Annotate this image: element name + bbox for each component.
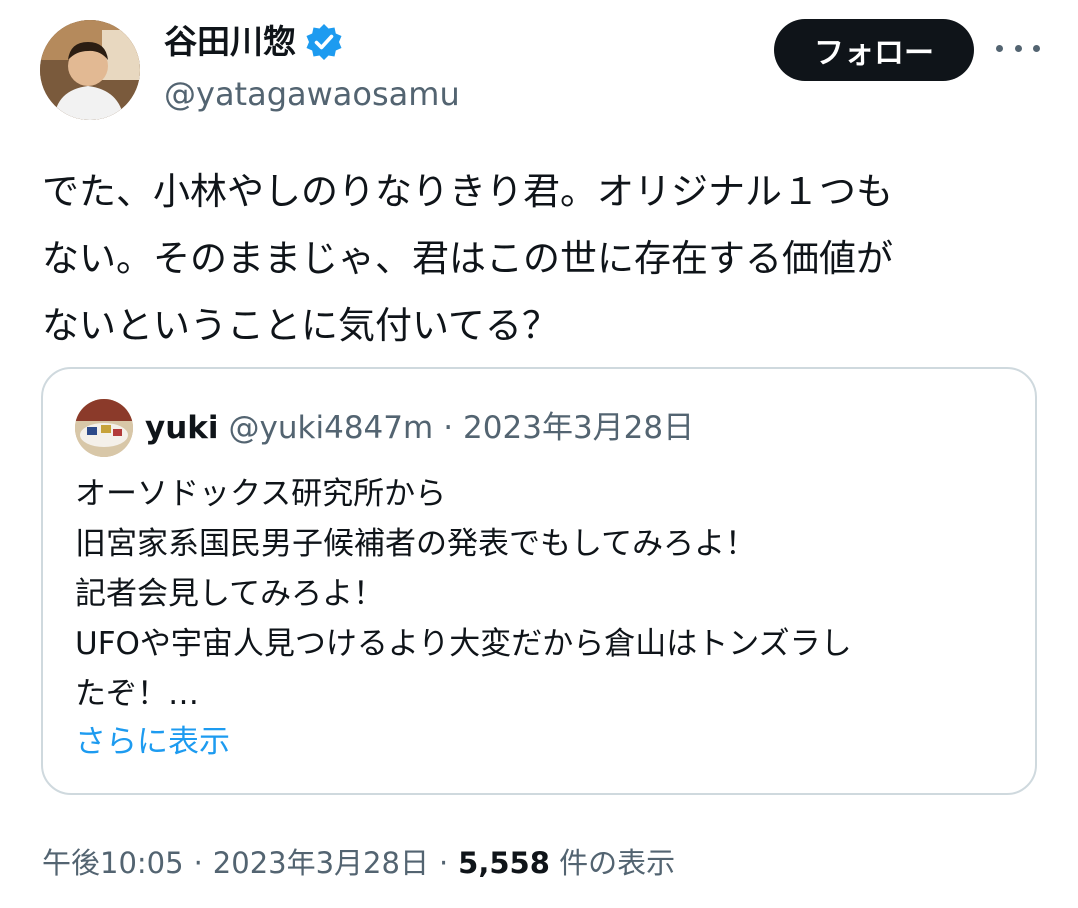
tweet-text: でた、小林やしのりなりきり君。オリジナル１つも ない。そのままじゃ、君はこの世に… (42, 170, 893, 347)
tweet-meta-row: 午後10:05 · 2023年3月28日 · 5,558 件の表示 (42, 838, 675, 888)
tweet-time[interactable]: 午後10:05 (42, 838, 184, 888)
meta-separator: · (438, 846, 449, 880)
author-avatar[interactable] (40, 20, 140, 120)
verified-badge-icon (304, 22, 344, 62)
quoted-separator: · (443, 410, 454, 446)
quoted-tweet-text: オーソドックス研究所から 旧宮家系国民男子候補者の発表でもしてみろよ！ 記者会見… (75, 476, 852, 712)
show-more-link[interactable]: さらに表示 (75, 717, 230, 767)
author-name-row: 谷田川惣 (164, 20, 344, 64)
quoted-author-avatar (75, 399, 133, 457)
follow-button[interactable]: フォロー (774, 19, 974, 81)
quoted-tweet-date[interactable]: 2023年3月28日 (463, 405, 694, 451)
more-dot-icon (996, 44, 1003, 52)
tweet-date[interactable]: 2023年3月28日 (213, 838, 429, 888)
more-dot-icon (1014, 44, 1022, 52)
views-count: 5,558 (458, 846, 550, 880)
quoted-author-handle[interactable]: @yuki4847m (229, 405, 434, 451)
more-dot-icon (1033, 44, 1040, 52)
quoted-avatar-image (75, 399, 133, 457)
meta-separator: · (193, 846, 203, 880)
author-display-name[interactable]: 谷田川惣 (164, 20, 296, 64)
author-avatar-image (40, 20, 140, 120)
quoted-tweet-header: yuki @yuki4847m · 2023年3月28日 (145, 405, 694, 451)
views-label: 件の表示 (559, 846, 676, 880)
more-options-icon[interactable] (996, 36, 1040, 60)
quoted-author-name[interactable]: yuki (145, 405, 219, 451)
author-handle[interactable]: @yatagawaosamu (164, 72, 460, 116)
quoted-tweet-card[interactable]: yuki @yuki4847m · 2023年3月28日 オーソドックス研究所か… (41, 367, 1037, 795)
